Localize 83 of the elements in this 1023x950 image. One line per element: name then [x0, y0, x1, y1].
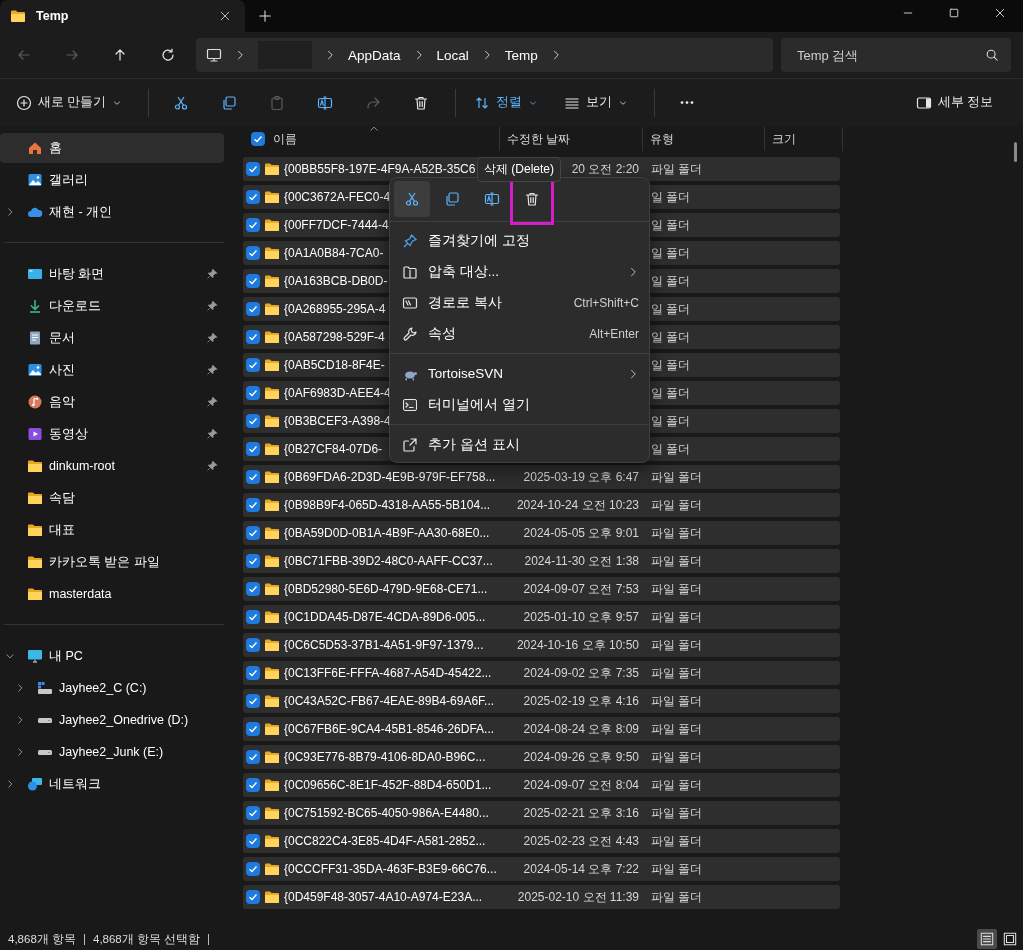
file-name: {0B3BCEF3-A398-4 — [284, 414, 391, 428]
modified-date: 20 오전 2:20 — [571, 160, 639, 178]
file-name: {0B27CF84-07D6- — [284, 442, 383, 456]
selection-count: 4,868개 항목 선택함 — [93, 931, 201, 947]
file-type: 파일 폴더 — [651, 524, 703, 542]
file-type: 파일 폴더 — [651, 692, 703, 710]
modified-date: 2024-08-24 오후 8:09 — [523, 720, 639, 738]
file-type: 파일 폴더 — [651, 748, 703, 766]
file-type: 파일 폴더 — [651, 580, 703, 598]
menu-label: 터미널에서 열기 — [428, 395, 530, 414]
modified-date: 2024-05-05 오후 9:01 — [523, 524, 639, 542]
file-type: 파일 폴더 — [651, 888, 703, 906]
modified-date: 2025-02-19 오후 4:16 — [523, 692, 639, 710]
menu-label: 추가 옵션 표시 — [428, 435, 520, 454]
modified-date: 2025-02-21 오후 3:16 — [523, 804, 639, 822]
modified-date: 2025-03-19 오후 6:47 — [523, 468, 639, 486]
file-name: {0D459F48-3057-4A10-A974-E23A... — [284, 890, 483, 904]
modified-date: 2024-10-16 오후 10:50 — [516, 636, 639, 654]
menu-label: 압축 대상... — [428, 262, 499, 281]
modified-date: 2024-09-26 오후 9:50 — [523, 748, 639, 766]
file-name: {0B69FDA6-2D3D-4E9B-979F-EF758... — [284, 470, 496, 484]
modified-date: 2025-01-10 오후 9:57 — [523, 608, 639, 626]
file-name: {0BA59D0D-0B1A-4B9F-AA30-68E0... — [284, 526, 490, 540]
tab-title: Temp — [36, 9, 70, 23]
file-name: {0C13FF6E-FFFA-4687-A54D-45422... — [284, 666, 492, 680]
file-type: 일 폴더 — [651, 188, 691, 206]
file-type: 파일 폴더 — [651, 160, 703, 178]
tooltip: 삭제 (Delete) — [477, 157, 561, 182]
file-type: 일 폴더 — [651, 440, 691, 458]
shortcut: Ctrl+Shift+C — [573, 295, 639, 310]
modified-date: 2025-02-23 오전 4:43 — [523, 832, 639, 850]
item-count: 4,868개 항목 — [8, 931, 76, 947]
modified-date: 2024-11-30 오전 1:38 — [524, 552, 639, 570]
file-type: 일 폴더 — [651, 244, 691, 262]
file-name: {0A587298-529F-4 — [284, 330, 385, 344]
file-name: {0AF6983D-AEE4-4 — [284, 386, 391, 400]
file-name: {0BD52980-5E6D-479D-9E68-CE71... — [284, 582, 488, 596]
file-name: {0C43A52C-FB67-4EAE-89B4-69A6F... — [284, 694, 495, 708]
file-name: {0BC71FBB-39D2-48C0-AAFF-CC37... — [284, 554, 493, 568]
modified-date: 2024-09-07 오전 7:53 — [523, 580, 639, 598]
file-name: {0C6C5D53-37B1-4A51-9F97-1379... — [284, 638, 484, 652]
file-name: {00C3672A-FEC0-4 — [284, 190, 391, 204]
modified-date: 2025-02-10 오전 11:39 — [517, 888, 639, 906]
shortcut: Alt+Enter — [589, 326, 639, 341]
file-type: 파일 폴더 — [651, 636, 703, 654]
file-type: 파일 폴더 — [651, 776, 703, 794]
menu-label: 속성 — [428, 324, 456, 343]
file-name: {0C1DDA45-D87E-4CDA-89D6-005... — [284, 610, 486, 624]
file-type: 일 폴더 — [651, 384, 691, 402]
file-name: {0A163BCB-DB0D- — [284, 274, 388, 288]
file-type: 일 폴더 — [651, 272, 691, 290]
file-type: 일 폴더 — [651, 412, 691, 430]
file-name: {0C67FB6E-9CA4-45B1-8546-26DFA... — [284, 722, 495, 736]
file-type: 파일 폴더 — [651, 832, 703, 850]
menu-label: TortoiseSVN — [428, 366, 504, 381]
modified-date: 2024-09-07 오전 8:04 — [523, 776, 639, 794]
file-type: 파일 폴더 — [651, 804, 703, 822]
file-name: {0B98B9F4-065D-4318-AA55-5B104... — [284, 498, 491, 512]
modified-date: 2024-05-14 오후 7:22 — [523, 860, 639, 878]
file-name: {0AB5CD18-8F4E- — [284, 358, 385, 372]
menu-label: 경로로 복사 — [428, 293, 502, 312]
file-name: {00FF7DCF-7444-4 — [284, 218, 389, 232]
file-type: 파일 폴더 — [651, 720, 703, 738]
file-type: 파일 폴더 — [651, 468, 703, 486]
file-type: 파일 폴더 — [651, 496, 703, 514]
file-name: {0C09656C-8E1F-452F-88D4-650D1... — [284, 778, 492, 792]
file-name: {0CCCFF31-35DA-463F-B3E9-66C76... — [284, 862, 497, 876]
file-type: 파일 폴더 — [651, 860, 703, 878]
file-name: {00BB55F8-197E-4F9A-A52B-35C6 — [284, 162, 476, 176]
file-name: {0A268955-295A-4 — [284, 302, 386, 316]
file-type: 파일 폴더 — [651, 608, 703, 626]
file-name: {0A1A0B84-7CA0- — [284, 246, 384, 260]
file-type: 일 폴더 — [651, 216, 691, 234]
file-name: {0C751592-BC65-4050-986A-E4480... — [284, 806, 489, 820]
file-type: 파일 폴더 — [651, 664, 703, 682]
file-type: 일 폴더 — [651, 328, 691, 346]
file-type: 일 폴더 — [651, 300, 691, 318]
file-type: 파일 폴더 — [651, 552, 703, 570]
file-name: {0C93E776-8B79-4106-8DA0-B96C... — [284, 750, 486, 764]
file-type: 일 폴더 — [651, 356, 691, 374]
modified-date: 2024-10-24 오전 10:23 — [516, 496, 639, 514]
modified-date: 2024-09-02 오후 7:35 — [523, 664, 639, 682]
file-name: {0CC822C4-3E85-4D4F-A581-2852... — [284, 834, 486, 848]
